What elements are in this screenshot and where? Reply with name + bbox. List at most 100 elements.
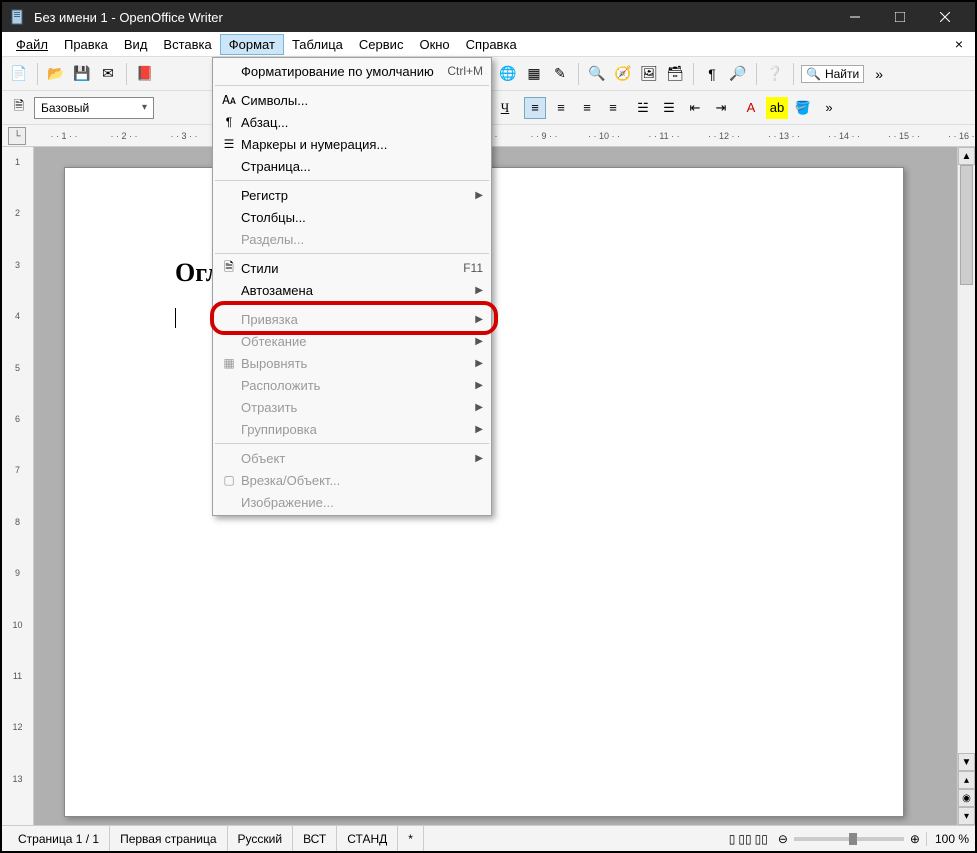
menu-help[interactable]: Справка	[458, 35, 525, 54]
multi-page-icon[interactable]: ▯▯	[738, 832, 751, 846]
scroll-down-button[interactable]: ▼	[958, 753, 975, 771]
mi-styles[interactable]: 🗎 Стили F11	[213, 257, 491, 279]
tab-type-button[interactable]: └	[8, 127, 26, 145]
menu-edit[interactable]: Правка	[56, 35, 116, 54]
align-right-button[interactable]: ≡	[576, 97, 598, 119]
new-doc-button[interactable]: 📄	[8, 63, 30, 85]
menu-view[interactable]: Вид	[116, 35, 156, 54]
zoom-button[interactable]: 🔎	[727, 63, 749, 85]
status-view-buttons: ▯ ▯▯ ▯▯	[719, 826, 778, 851]
decrease-indent-button[interactable]: ⇤	[684, 97, 706, 119]
navigator-button[interactable]: 🧭	[612, 63, 634, 85]
scroll-thumb[interactable]	[960, 165, 973, 285]
pdf-button[interactable]: 📕	[134, 63, 156, 85]
menu-file[interactable]: Файл	[8, 35, 56, 54]
menu-divider	[215, 85, 489, 86]
increase-indent-button[interactable]: ⇥	[710, 97, 732, 119]
text-cursor	[175, 308, 176, 328]
menu-tools[interactable]: Сервис	[351, 35, 412, 54]
zoom-slider[interactable]	[794, 837, 904, 841]
highlight-button[interactable]: ab	[766, 97, 788, 119]
dropdown-arrow-icon: ▾	[142, 102, 147, 113]
draw-button[interactable]: ✎	[549, 63, 571, 85]
submenu-arrow-icon: ▶	[475, 285, 483, 296]
toolbar-overflow[interactable]: »	[868, 63, 890, 85]
vertical-scrollbar[interactable]: ▲ ▼ ▴ ◉ ▾	[957, 147, 975, 825]
mi-symbols[interactable]: 🗛 Символы...	[213, 89, 491, 111]
hyperlink-button[interactable]: 🌐	[497, 63, 519, 85]
bullet-list-button[interactable]: ☰	[658, 97, 680, 119]
menu-divider	[215, 253, 489, 254]
status-zoom: ⊖ ⊕ 100 %	[778, 832, 969, 846]
gallery-button[interactable]: 🖼	[638, 63, 660, 85]
status-page[interactable]: Страница 1 / 1	[8, 826, 110, 851]
book-view-icon[interactable]: ▯▯	[755, 832, 768, 846]
mi-case[interactable]: Регистр ▶	[213, 184, 491, 206]
submenu-arrow-icon: ▶	[475, 402, 483, 413]
font-color-button[interactable]: A	[740, 97, 762, 119]
submenu-arrow-icon: ▶	[475, 453, 483, 464]
submenu-arrow-icon: ▶	[475, 336, 483, 347]
email-button[interactable]: ✉	[97, 63, 119, 85]
statusbar: Страница 1 / 1 Первая страница Русский В…	[2, 825, 975, 851]
status-insert-mode[interactable]: ВСТ	[293, 826, 337, 851]
align-justify-button[interactable]: ≡	[602, 97, 624, 119]
titlebar: Без имени 1 - OpenOffice Writer	[2, 2, 975, 32]
maximize-button[interactable]	[877, 2, 922, 32]
mi-page[interactable]: Страница...	[213, 155, 491, 177]
open-button[interactable]: 📂	[45, 63, 67, 85]
status-modified[interactable]: *	[398, 826, 424, 851]
submenu-arrow-icon: ▶	[475, 424, 483, 435]
toolbar-overflow[interactable]: »	[818, 97, 840, 119]
scroll-up-button[interactable]: ▲	[958, 147, 975, 165]
status-language[interactable]: Русский	[228, 826, 294, 851]
mi-columns[interactable]: Столбцы...	[213, 206, 491, 228]
menu-window[interactable]: Окно	[411, 35, 457, 54]
frame-icon: ▢	[217, 473, 241, 487]
window-title: Без имени 1 - OpenOffice Writer	[34, 10, 832, 25]
styles-window-button[interactable]: 🗎	[8, 97, 30, 119]
mi-autocorrect[interactable]: Автозамена ▶	[213, 279, 491, 301]
menu-insert[interactable]: Вставка	[155, 35, 219, 54]
paragraph-style-combo[interactable]: Базовый▾	[34, 97, 154, 119]
scroll-track[interactable]	[958, 165, 975, 753]
nav-object-button[interactable]: ◉	[958, 789, 975, 807]
list-icon: ☰	[217, 137, 241, 151]
align-icon: ▦	[217, 356, 241, 370]
zoom-out-button[interactable]: ⊖	[778, 832, 788, 846]
status-pagestyle[interactable]: Первая страница	[110, 826, 227, 851]
zoom-value[interactable]: 100 %	[926, 832, 969, 846]
find-toolbar[interactable]: 🔍 Найти	[801, 65, 864, 83]
save-button[interactable]: 💾	[71, 63, 93, 85]
align-center-button[interactable]: ≡	[550, 97, 572, 119]
single-page-icon[interactable]: ▯	[729, 832, 736, 846]
menu-divider	[215, 180, 489, 181]
find-replace-button[interactable]: 🔍	[586, 63, 608, 85]
menu-format[interactable]: Формат	[220, 34, 284, 55]
numbered-list-button[interactable]: ☱	[632, 97, 654, 119]
nonprinting-button[interactable]: ¶	[701, 63, 723, 85]
underline-button[interactable]: Ч	[494, 97, 516, 119]
table-button[interactable]: ▦	[523, 63, 545, 85]
help-button[interactable]: ❔	[764, 63, 786, 85]
next-page-button[interactable]: ▾	[958, 807, 975, 825]
datasources-button[interactable]: 🗃	[664, 63, 686, 85]
mi-bullets[interactable]: ☰ Маркеры и нумерация...	[213, 133, 491, 155]
status-selection-mode[interactable]: СТАНД	[337, 826, 398, 851]
mi-paragraph[interactable]: ¶ Абзац...	[213, 111, 491, 133]
minimize-button[interactable]	[832, 2, 877, 32]
align-left-button[interactable]: ≡	[524, 97, 546, 119]
zoom-in-button[interactable]: ⊕	[910, 832, 920, 846]
paragraph-icon: ¶	[217, 115, 241, 129]
mi-group: Группировка ▶	[213, 418, 491, 440]
zoom-knob[interactable]	[849, 833, 857, 845]
vertical-ruler[interactable]: 1234 5678 910111213	[2, 147, 34, 825]
bgcolor-button[interactable]: 🪣	[792, 97, 814, 119]
format-menu-dropdown: Форматирование по умолчанию Ctrl+M 🗛 Сим…	[212, 57, 492, 516]
prev-page-button[interactable]: ▴	[958, 771, 975, 789]
close-button[interactable]	[922, 2, 967, 32]
menu-table[interactable]: Таблица	[284, 35, 351, 54]
doc-close-button[interactable]: ×	[949, 36, 969, 52]
mi-default-formatting[interactable]: Форматирование по умолчанию Ctrl+M	[213, 60, 491, 82]
document-area[interactable]: Огл	[34, 147, 957, 825]
